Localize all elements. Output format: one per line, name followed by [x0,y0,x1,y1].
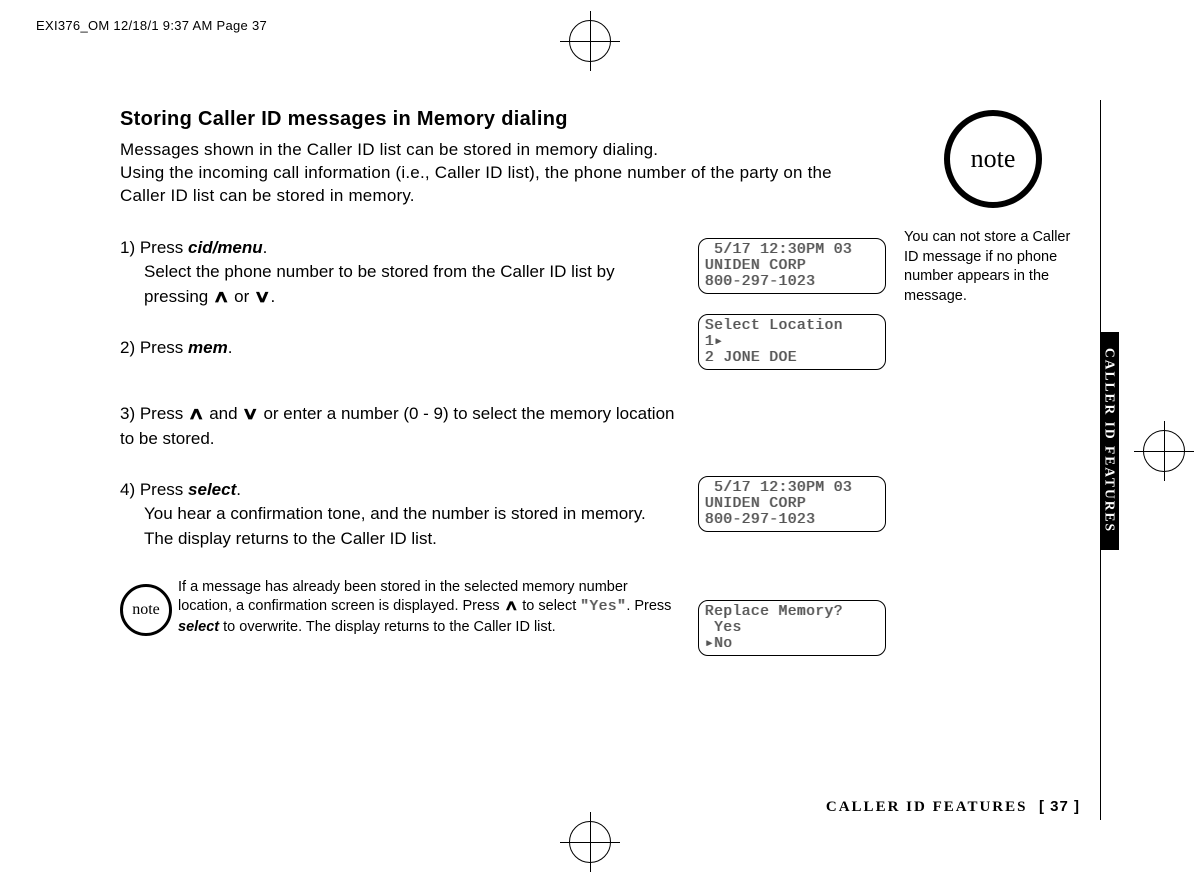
step3-and: and [204,404,242,423]
step4-prefix: 4) Press [120,480,188,499]
registration-mark-bottom [560,811,620,871]
step2-keyword: mem [188,338,228,357]
step-4: 4) Press select. You hear a confirmation… [120,478,680,552]
arrow-up-icon: ∧ [503,597,518,617]
inline-note: note If a message has already been store… [120,578,680,638]
step4-line1: You hear a confirmation tone, and the nu… [120,502,680,527]
intro-line2: Using the incoming call information (i.e… [120,163,832,205]
arrow-up-icon: ∧ [212,285,229,310]
step1-keyword: cid/menu [188,238,263,257]
intro-line1: Messages shown in the Caller ID list can… [120,140,658,159]
footer-page: [ 37 ] [1039,798,1080,815]
page-footer: CALLER ID FEATURES [ 37 ] [826,798,1080,816]
page-body: Storing Caller ID messages in Memory dia… [120,100,1101,820]
step2-prefix: 2) Press [120,338,188,357]
note-d: to overwrite. The display returns to the… [219,619,556,635]
note-badge-small: note [120,584,172,636]
note-c: . Press [626,598,671,614]
step-1: 1) Press cid/menu. Select the phone numb… [120,236,680,310]
print-header: EXI376_OM 12/18/1 9:37 AM Page 37 [36,18,267,33]
inline-note-text: If a message has already been stored in … [178,578,680,638]
step1-or: or [229,287,254,306]
note-b: to select [518,598,580,614]
page-title: Storing Caller ID messages in Memory dia… [120,108,880,131]
note-yes: "Yes" [580,599,626,615]
arrow-down-icon: ∨ [254,285,271,310]
arrow-down-icon: ∨ [242,402,259,427]
step2-suffix: . [228,338,233,357]
step1-end: . [270,287,275,306]
step-3: 3) Press ∧ and ∨ or enter a number (0 - … [120,402,680,451]
step4-keyword: select [188,480,236,499]
intro-text: Messages shown in the Caller ID list can… [120,139,855,208]
step-2: 2) Press mem. [120,336,680,361]
side-note-text: You can not store a Caller ID message if… [904,228,1082,306]
footer-section: CALLER ID FEATURES [826,799,1028,815]
lcd-screen-3: 5/17 12:30PM 03 UNIDEN CORP 800-297-1023 [698,476,886,532]
registration-mark-right [1134,420,1194,480]
step1-prefix: 1) Press [120,238,188,257]
step4-line2: The display returns to the Caller ID lis… [120,527,680,552]
step1-suffix: . [263,238,268,257]
registration-mark-top [560,10,620,70]
lcd-screen-1: 5/17 12:30PM 03 UNIDEN CORP 800-297-1023 [698,238,886,294]
step3-prefix: 3) Press [120,404,188,423]
section-tab: CALLER ID FEATURES [1100,332,1119,550]
arrow-up-icon: ∧ [188,402,205,427]
note-keyword: select [178,619,219,635]
lcd-screen-4: Replace Memory? Yes ▸No [698,600,886,656]
side-column: note You can not store a Caller ID messa… [904,100,1082,306]
step4-suffix: . [236,480,241,499]
lcd-screen-2: Select Location 1▸ 2 JONE DOE [698,314,886,370]
note-badge-large: note [944,110,1042,208]
